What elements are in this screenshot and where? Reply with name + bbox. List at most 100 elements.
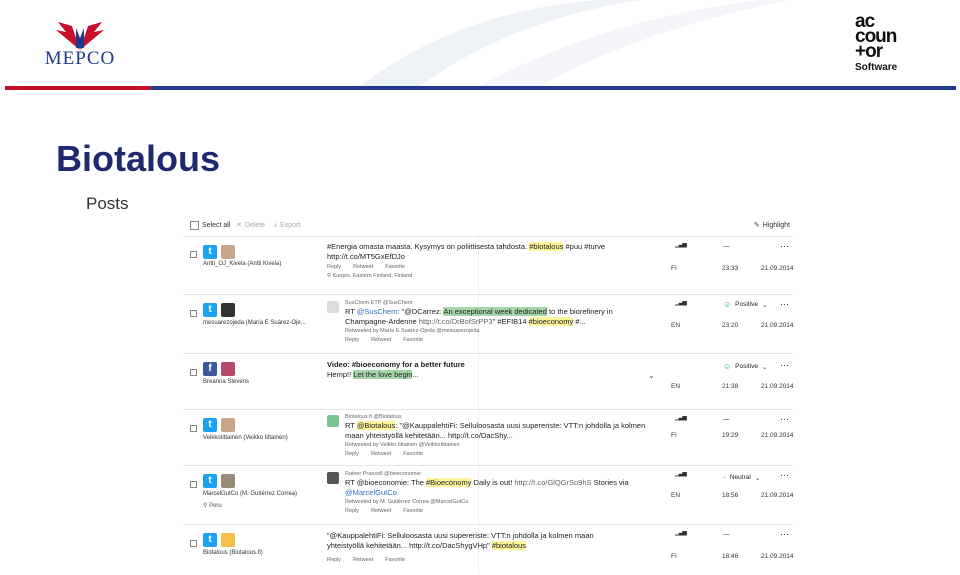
sentiment-label[interactable]: — — [723, 531, 730, 538]
post-text: yhteistyöllä kehitetään... http://t.co/D… — [327, 541, 492, 550]
row-checkbox[interactable] — [190, 251, 197, 258]
post-text: Hemp!! — [327, 370, 354, 379]
retweet-button[interactable]: Retweet — [371, 335, 391, 345]
signal-bars-icon: ▁▃▅ — [675, 415, 687, 421]
accountor-logo-line: +or — [855, 41, 883, 62]
post-text: maan yhteistyöllä kehitetään... http://t… — [345, 431, 513, 440]
post-title[interactable]: Video: #bioeconomy for a better future — [327, 360, 657, 370]
highlighted-phrase: An exceptional week dedicated — [443, 307, 547, 316]
post-author[interactable]: MarcelGutCo (M. Gutiérrez Correa) — [203, 491, 297, 497]
mention[interactable]: @MarcelGutCo — [345, 488, 629, 498]
facebook-icon: f — [203, 362, 217, 376]
post-text: RT — [345, 307, 357, 316]
more-options-icon[interactable]: ⋯ — [780, 529, 789, 540]
post-author[interactable]: VeikkoIittainen (Veikko Iittainen) — [203, 435, 288, 441]
retweet-button[interactable]: Retweet — [371, 449, 391, 459]
highlighted-mention[interactable]: @Biotalous — [356, 421, 396, 430]
post-author[interactable]: Antti_OJ_Kivela (Antti Kivela) — [203, 261, 281, 267]
delete-button[interactable]: ✕ Delete — [236, 221, 265, 230]
more-options-icon[interactable]: ⋯ — [780, 299, 789, 310]
avatar — [221, 418, 235, 432]
highlighted-term: #bioeconomy — [528, 317, 574, 326]
chevron-down-icon: ⌄ — [754, 474, 761, 482]
row-checkbox[interactable] — [190, 369, 197, 376]
post-link[interactable]: http://t.co/GlQGrSo9hS — [514, 478, 591, 487]
highlight-button[interactable]: ✎ Highlight — [754, 221, 790, 230]
favorite-button[interactable]: Favorite — [385, 262, 405, 272]
favorite-button[interactable]: Favorite — [403, 449, 423, 459]
sentiment-label: Neutral — [729, 474, 751, 481]
sentiment-label[interactable]: — — [723, 416, 730, 423]
post-content: #Energia omasta maasta. Kysymys on polii… — [327, 242, 657, 280]
sentiment-dropdown[interactable]: ◦ Neutral ⌄ — [723, 473, 760, 482]
post-row[interactable]: t VeikkoIittainen (Veikko Iittainen) Bio… — [183, 409, 794, 466]
posts-toolbar: Select all ✕ Delete ⤓ Export ✎ Highlight — [190, 221, 790, 235]
sentiment-label: Positive — [735, 363, 758, 370]
post-author[interactable]: Breanna Stevens — [203, 379, 249, 385]
favorite-button[interactable]: Favorite — [385, 555, 405, 565]
mention[interactable]: @SusChem — [357, 307, 398, 316]
post-row[interactable]: t mesuarezojeda (María E Suárez-Oje... S… — [183, 294, 794, 354]
row-checkbox[interactable] — [190, 540, 197, 547]
quoted-header: SusChem ETP @SusChem — [345, 300, 413, 306]
post-row[interactable]: f Breanna Stevens Video: #bioeconomy for… — [183, 353, 794, 410]
expand-chevron-icon[interactable]: ⌄ — [648, 371, 655, 380]
retweet-button[interactable]: Retweet — [371, 506, 391, 516]
favorite-button[interactable]: Favorite — [403, 335, 423, 345]
reply-button[interactable]: Reply — [345, 335, 359, 345]
more-options-icon[interactable]: ⋯ — [780, 470, 789, 481]
slide-header: MEPCO ac coun +or Software — [0, 0, 960, 92]
post-date: 21.09.2014 — [761, 553, 794, 560]
retweet-button[interactable]: Retweet — [353, 555, 373, 565]
x-icon: ✕ — [236, 222, 242, 229]
row-checkbox[interactable] — [190, 310, 197, 317]
post-author[interactable]: Biotalous (Biotalous.fi) — [203, 550, 263, 556]
sentiment-dropdown[interactable]: ☺ Positive ⌄ — [723, 362, 767, 371]
author-location-text: Peru — [209, 503, 222, 509]
post-link[interactable]: http://t.co/MT5GxEfDJo — [327, 252, 657, 262]
more-options-icon[interactable]: ⋯ — [780, 414, 789, 425]
quoted-avatar — [327, 301, 339, 313]
post-language: EN — [671, 322, 681, 329]
select-all-control[interactable]: Select all — [190, 221, 230, 230]
post-actions: Reply Retweet Favorite — [327, 555, 657, 565]
post-text: "@KauppalehtiFi: Selluloosasta uusi supe… — [327, 531, 594, 540]
post-author[interactable]: mesuarezojeda (María E Suárez-Oje... — [203, 320, 306, 326]
avatar — [221, 362, 235, 376]
row-checkbox[interactable] — [190, 481, 197, 488]
post-date: 21.09.2014 — [761, 322, 794, 329]
sentiment-label: Positive — [735, 301, 758, 308]
smile-icon: ☺ — [723, 362, 732, 371]
page-title: Biotalous — [56, 138, 221, 179]
post-text: : "@KauppalehtiFi: Selluloosasta uusi su… — [395, 421, 646, 430]
export-button[interactable]: ⤓ Export — [274, 221, 300, 229]
post-text: : "@DCarrez: — [397, 307, 444, 316]
post-link[interactable]: http://t.co/DrBofSrPP3 — [419, 317, 493, 326]
mepco-wordmark: MEPCO — [44, 48, 116, 69]
highlighted-term: #biotalous — [529, 242, 564, 251]
quoted-header: Biotalous.fi @Biotalous — [345, 414, 402, 420]
reply-button[interactable]: Reply — [345, 506, 359, 516]
favorite-button[interactable]: Favorite — [403, 506, 423, 516]
select-all-checkbox[interactable] — [190, 221, 199, 230]
reply-button[interactable]: Reply — [327, 262, 341, 272]
post-row[interactable]: t Antti_OJ_Kivela (Antti Kivela) #Energi… — [183, 236, 794, 295]
page-subtitle: Posts — [86, 194, 129, 213]
avatar — [221, 245, 235, 259]
post-row[interactable]: t MarcelGutCo (M. Gutiérrez Correa) ⚲ Pe… — [183, 465, 794, 525]
retweet-button[interactable]: Retweet — [353, 262, 373, 272]
more-options-icon[interactable]: ⋯ — [780, 241, 789, 252]
sentiment-label[interactable]: — — [723, 243, 730, 250]
post-content: Video: #bioeconomy for a better future H… — [327, 360, 657, 380]
post-actions: Reply Retweet Favorite — [345, 335, 613, 345]
more-options-icon[interactable]: ⋯ — [780, 360, 789, 371]
reply-button[interactable]: Reply — [327, 555, 341, 565]
row-checkbox[interactable] — [190, 425, 197, 432]
reply-button[interactable]: Reply — [345, 449, 359, 459]
post-language: FI — [671, 553, 677, 560]
sentiment-dropdown[interactable]: ☺ Positive ⌄ — [723, 300, 767, 309]
post-content: Biotalous.fi @Biotalous RT @Biotalous: "… — [327, 413, 657, 459]
twitter-icon: t — [203, 474, 217, 488]
export-label: Export — [280, 221, 301, 229]
post-row[interactable]: t Biotalous (Biotalous.fi) "@Kauppalehti… — [183, 524, 794, 575]
